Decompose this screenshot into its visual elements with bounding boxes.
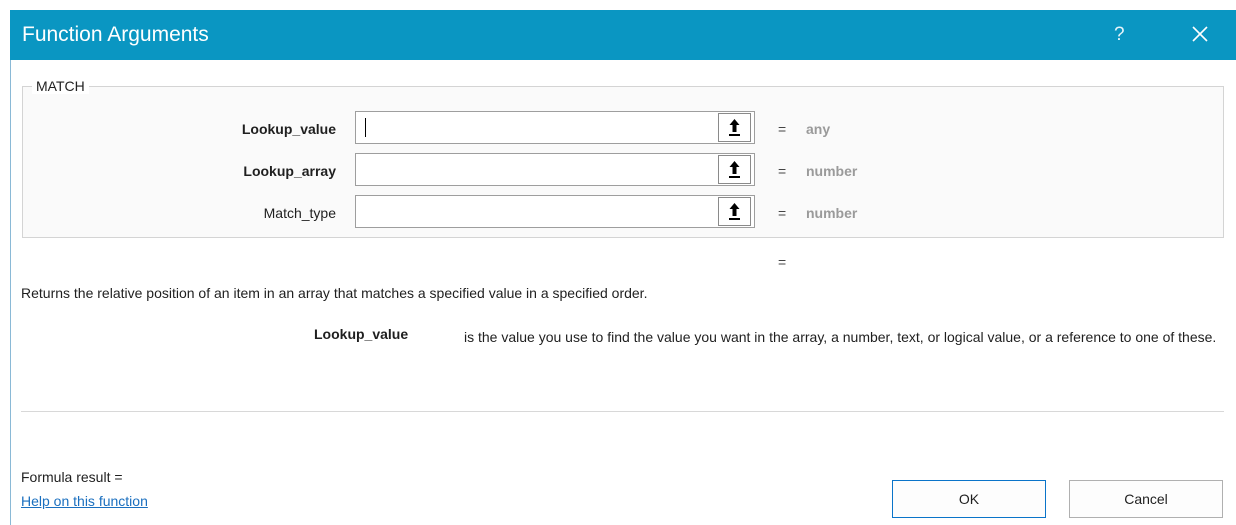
cancel-button[interactable]: Cancel xyxy=(1069,480,1223,518)
function-name-label: MATCH xyxy=(32,78,89,94)
lookup-value-field[interactable] xyxy=(355,111,755,144)
collapse-dialog-icon xyxy=(729,119,740,136)
collapse-dialog-icon xyxy=(729,203,740,220)
dialog-title: Function Arguments xyxy=(22,23,209,46)
close-icon xyxy=(1192,26,1208,42)
arg-label-lookup-value: Lookup_value xyxy=(241,121,336,137)
help-button[interactable]: ? xyxy=(1114,24,1125,46)
collapse-dialog-button-match-type[interactable] xyxy=(718,197,751,226)
help-on-function-link[interactable]: Help on this function xyxy=(21,493,148,509)
collapse-dialog-icon xyxy=(729,161,740,178)
function-description: Returns the relative position of an item… xyxy=(21,285,648,301)
lookup-array-field[interactable] xyxy=(355,153,755,186)
arg-equals: = xyxy=(778,121,787,137)
arg-label-match-type: Match_type xyxy=(263,205,336,221)
collapse-dialog-button-lookup-array[interactable] xyxy=(718,155,751,184)
lookup-array-input[interactable] xyxy=(356,154,726,185)
function-result-equals: = xyxy=(778,254,787,270)
function-arguments-dialog: Function Arguments ? MATCH Lookup_value … xyxy=(0,0,1236,525)
ok-button[interactable]: OK xyxy=(892,480,1046,518)
match-type-input[interactable] xyxy=(356,196,726,227)
lookup-value-input[interactable] xyxy=(356,112,726,143)
text-cursor xyxy=(365,118,366,137)
close-button[interactable] xyxy=(1185,19,1215,49)
match-type-field[interactable] xyxy=(355,195,755,228)
arg-help-label: Lookup_value xyxy=(314,326,409,342)
arg-label-lookup-array: Lookup_array xyxy=(243,163,336,179)
arg-equals: = xyxy=(778,205,787,221)
arg-help-text: is the value you use to find the value y… xyxy=(464,329,1217,345)
window-border xyxy=(10,60,11,525)
arg-value-hint: number xyxy=(806,205,858,221)
formula-result: Formula result = xyxy=(21,469,123,485)
collapse-dialog-button-lookup-value[interactable] xyxy=(718,113,751,142)
divider xyxy=(21,411,1224,412)
arg-value-hint: number xyxy=(806,163,858,179)
arg-equals: = xyxy=(778,163,787,179)
arg-value-hint: any xyxy=(806,121,831,137)
title-bar[interactable]: Function Arguments ? xyxy=(10,10,1236,60)
